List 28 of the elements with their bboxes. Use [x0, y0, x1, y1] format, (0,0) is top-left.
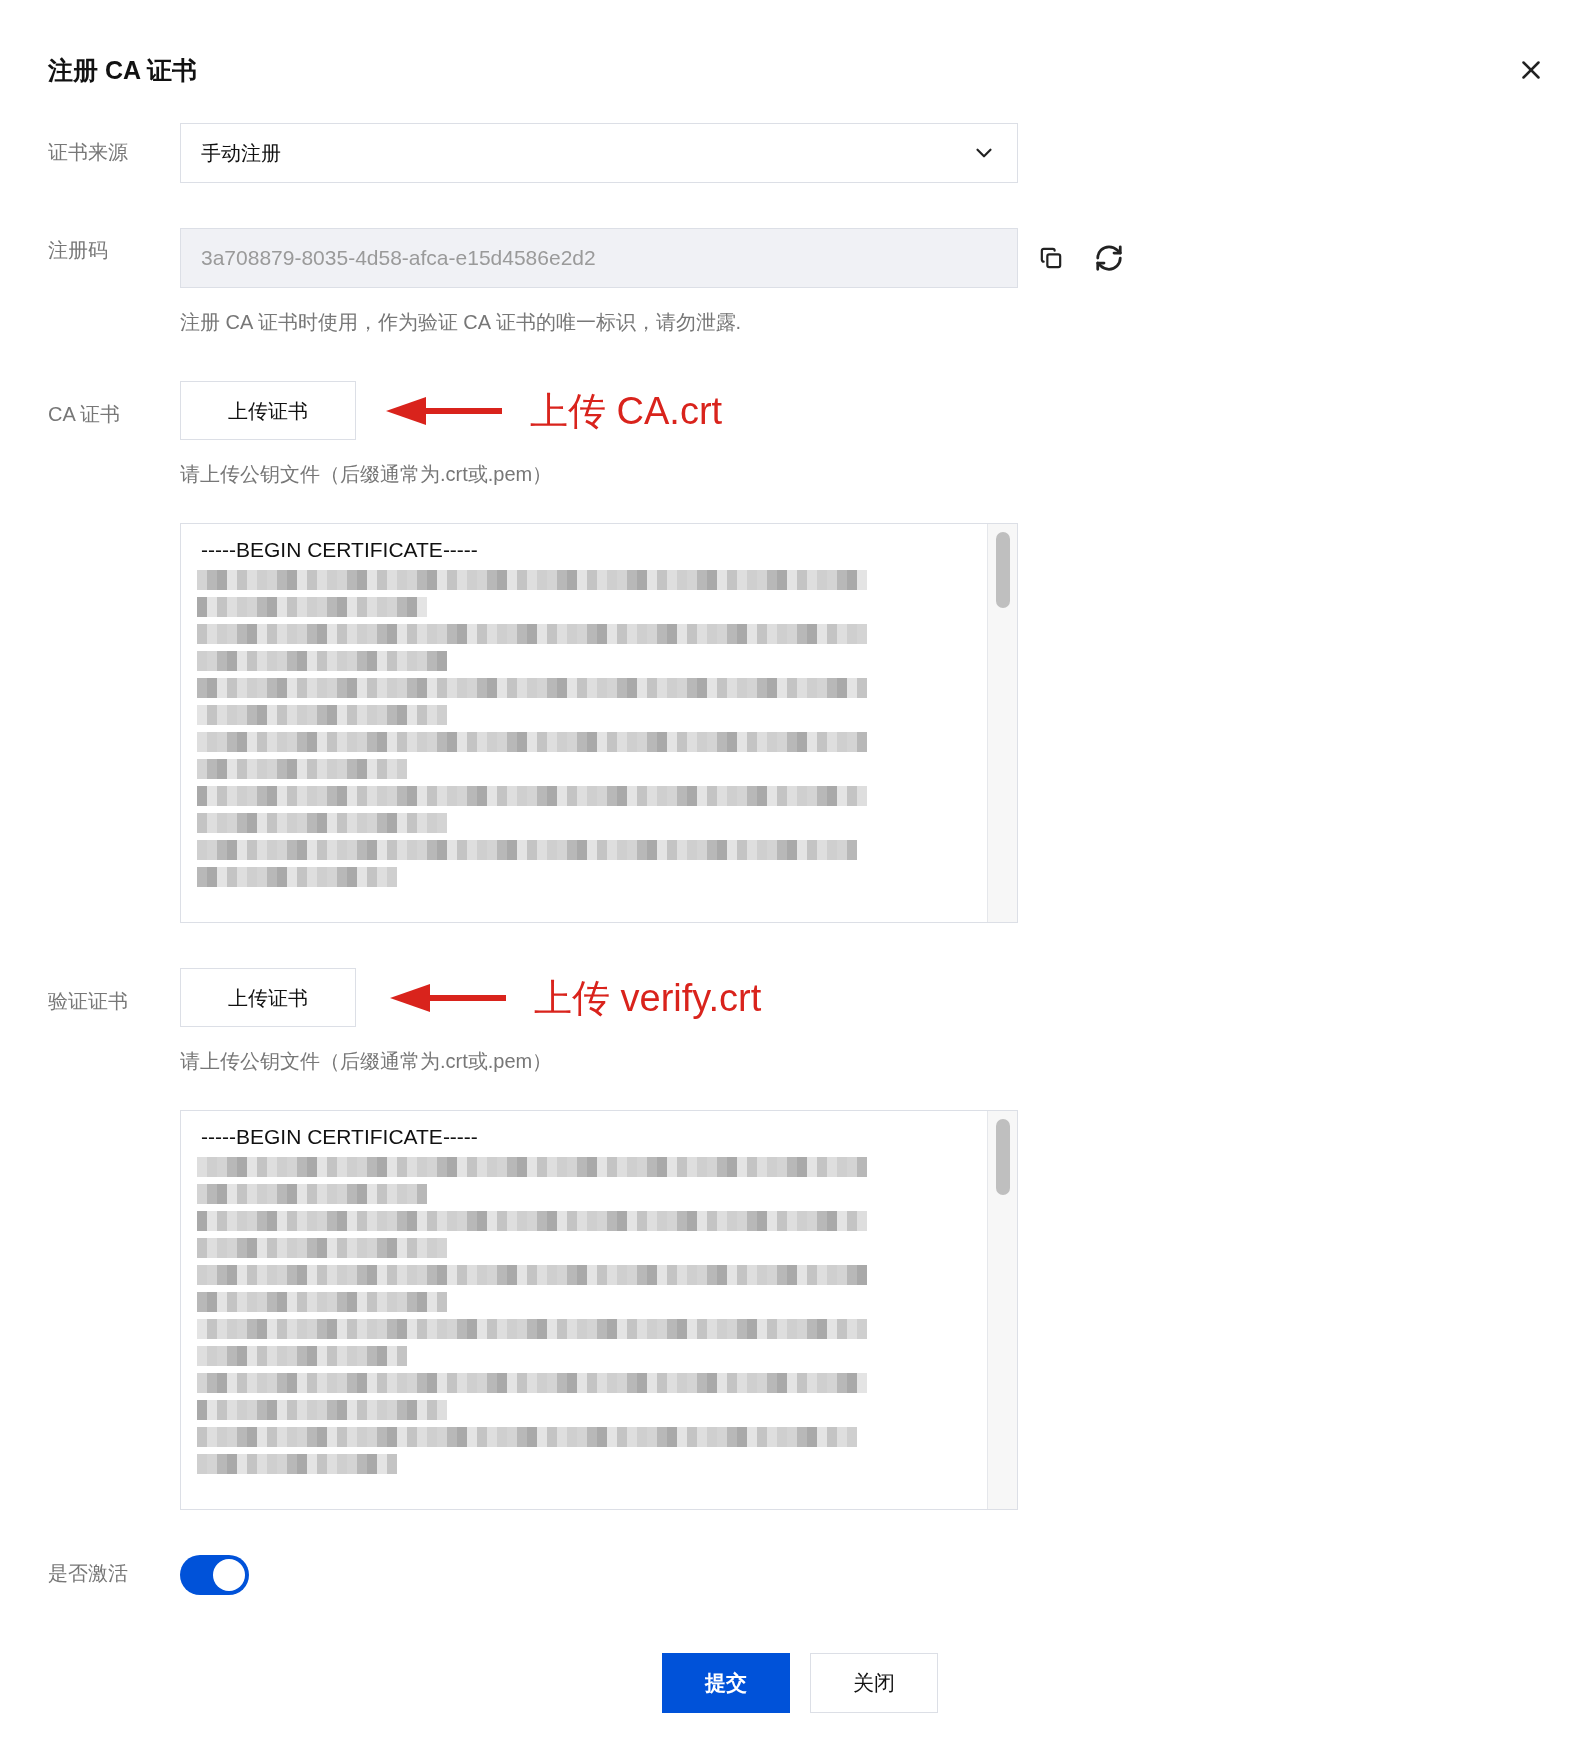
- annotation-text: 上传 CA.crt: [530, 391, 723, 430]
- submit-button[interactable]: 提交: [662, 1653, 790, 1713]
- refresh-icon[interactable]: [1094, 243, 1124, 273]
- source-select[interactable]: 手动注册: [180, 123, 1018, 183]
- upload-button[interactable]: 上传证书: [180, 381, 356, 440]
- toggle-knob: [213, 1559, 245, 1591]
- certificate-textarea[interactable]: -----BEGIN CERTIFICATE-----: [180, 523, 1018, 923]
- scrollbar-thumb[interactable]: [995, 532, 1010, 608]
- upload-button[interactable]: 上传证书: [180, 968, 356, 1027]
- field-label: CA 证书: [48, 403, 121, 425]
- field-label: 注册码: [48, 239, 108, 261]
- scrollbar-thumb[interactable]: [995, 1119, 1010, 1195]
- field-label: 证书来源: [48, 141, 128, 163]
- copy-icon[interactable]: [1040, 247, 1062, 269]
- hint-text: 注册 CA 证书时使用，作为验证 CA 证书的唯一标识，请勿泄露.: [180, 310, 743, 335]
- certificate-textarea[interactable]: -----BEGIN CERTIFICATE-----: [180, 1110, 1018, 1510]
- field-label: 是否激活: [48, 1562, 128, 1584]
- close-button[interactable]: 关闭: [810, 1653, 938, 1713]
- toggle-switch[interactable]: [180, 1555, 249, 1595]
- certificate-text: -----BEGIN CERTIFICATE-----: [201, 537, 479, 563]
- field-label: 验证证书: [48, 990, 128, 1012]
- dialog-title: 注册 CA 证书: [48, 55, 198, 86]
- hint-text: 请上传公钥文件（后缀通常为.crt或.pem）: [180, 1049, 554, 1074]
- certificate-text: -----BEGIN CERTIFICATE-----: [201, 1124, 479, 1150]
- hint-text: 请上传公钥文件（后缀通常为.crt或.pem）: [180, 462, 554, 487]
- arrow-icon: [386, 394, 502, 427]
- arrow-icon: [390, 981, 506, 1014]
- annotation-text: 上传 verify.crt: [534, 978, 762, 1017]
